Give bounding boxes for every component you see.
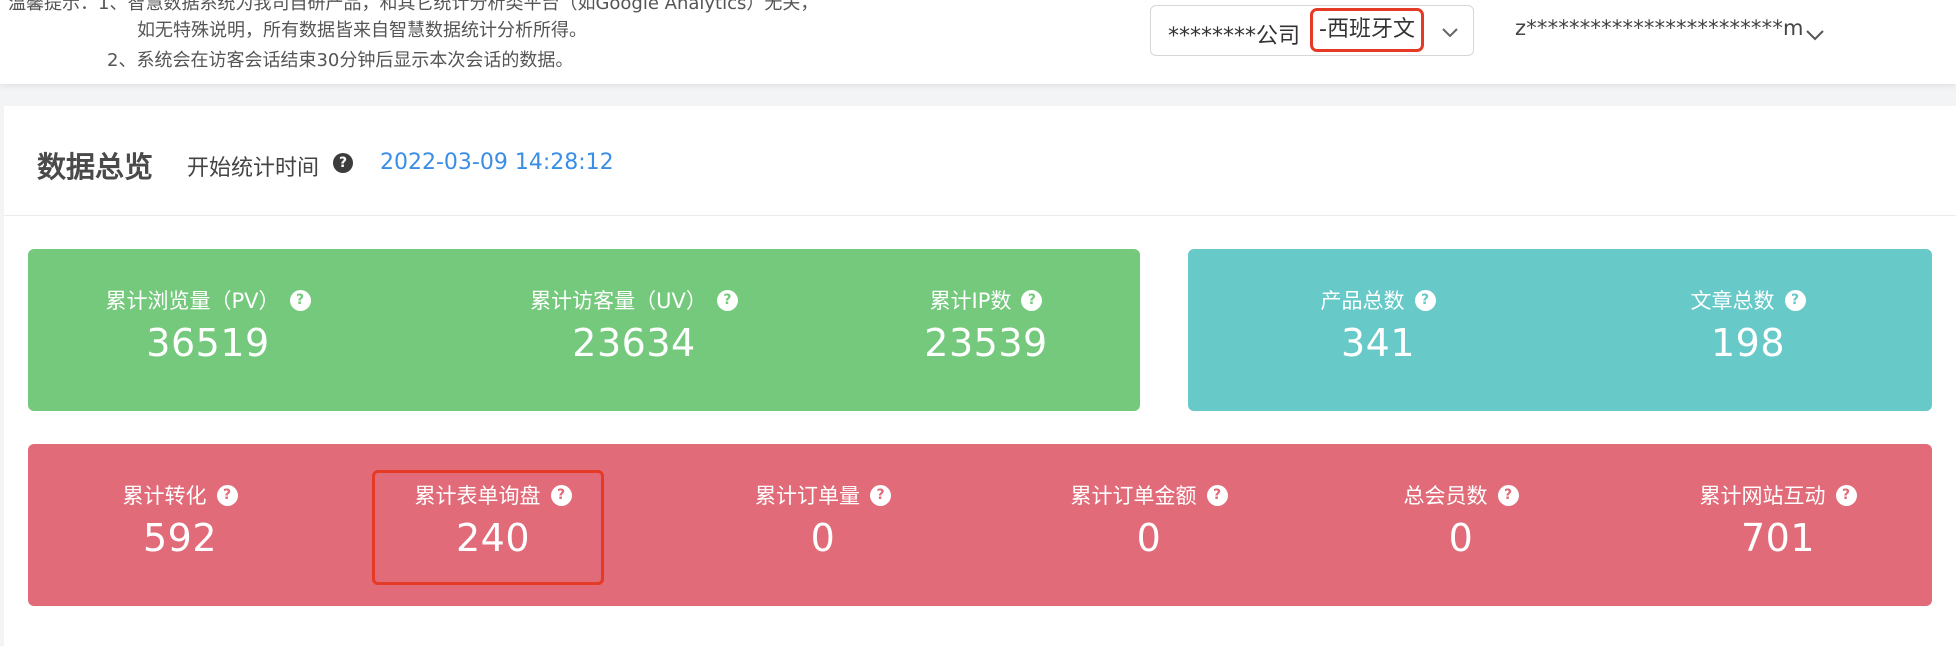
stat-label: 累计转化 bbox=[122, 484, 207, 508]
stat-inquiries: 累计表单询盘 ? 240 bbox=[398, 480, 588, 560]
stat-value: 592 bbox=[142, 516, 218, 560]
user-account-menu[interactable]: z************************m bbox=[1515, 16, 1824, 46]
overview-panel: 数据总览 开始统计时间 ? 2022-03-09 14:28:12 累计浏览量（… bbox=[4, 106, 1956, 646]
stat-label: 累计浏览量（PV） bbox=[105, 289, 280, 313]
stat-value: 341 bbox=[1340, 321, 1416, 365]
stat-ip: 累计IP数 ? 23539 bbox=[920, 285, 1052, 365]
stat-value: 0 bbox=[810, 516, 836, 560]
stat-members: 总会员数 ? 0 bbox=[1386, 480, 1536, 560]
page-title: 数据总览 bbox=[37, 150, 154, 184]
chevron-down-icon[interactable] bbox=[1441, 24, 1459, 43]
user-email: z************************m bbox=[1515, 16, 1804, 40]
stat-label: 文章总数 bbox=[1690, 289, 1775, 313]
help-icon[interactable]: ? bbox=[333, 153, 353, 173]
help-icon[interactable]: ? bbox=[1784, 289, 1806, 311]
stat-value: 198 bbox=[1710, 321, 1786, 365]
help-icon[interactable]: ? bbox=[870, 484, 891, 506]
company-name: ********公司 bbox=[1168, 24, 1301, 49]
content-card: 产品总数 ? 341 文章总数 ? 198 bbox=[1188, 249, 1932, 411]
stat-label: 累计访客量（UV） bbox=[530, 289, 707, 313]
stat-interactions: 累计网站互动 ? 701 bbox=[1680, 480, 1876, 560]
notice-line-3: 2、系统会在访客会话结束30分钟后显示本次会话的数据。 bbox=[107, 50, 574, 71]
stat-label: 产品总数 bbox=[1320, 289, 1405, 313]
start-time-label: 开始统计时间 bbox=[187, 156, 320, 181]
stat-value: 701 bbox=[1740, 516, 1816, 560]
overview-header: 数据总览 开始统计时间 ? 2022-03-09 14:28:12 bbox=[4, 106, 1956, 216]
start-time-value: 2022-03-09 14:28:12 bbox=[380, 150, 614, 175]
top-bar: 温馨提示：1、智慧数据系统为我司自研产品，和其它统计分析类平台（如Google … bbox=[0, 0, 1956, 84]
stat-label: 累计网站互动 bbox=[1699, 484, 1826, 508]
stat-label: 总会员数 bbox=[1403, 484, 1488, 508]
stat-pv: 累计浏览量（PV） ? 36519 bbox=[98, 285, 318, 365]
traffic-card: 累计浏览量（PV） ? 36519 累计访客量（UV） ? 23634 累计IP… bbox=[28, 249, 1140, 411]
help-icon[interactable]: ? bbox=[1206, 484, 1228, 506]
stat-value: 0 bbox=[1448, 516, 1474, 560]
site-language-select[interactable]: ********公司 -西班牙文 bbox=[1150, 5, 1474, 56]
selected-language: -西班牙文 bbox=[1310, 8, 1424, 52]
stat-value: 0 bbox=[1136, 516, 1162, 560]
stat-value: 36519 bbox=[146, 321, 270, 365]
stat-articles: 文章总数 ? 198 bbox=[1678, 285, 1818, 365]
help-icon[interactable]: ? bbox=[1835, 484, 1857, 506]
conversion-card: 累计转化 ? 592 累计表单询盘 ? 240 累计订单量 ? 0 累计订单金额… bbox=[28, 444, 1932, 606]
stat-label: 累计订单量 bbox=[755, 484, 860, 508]
stat-value: 240 bbox=[455, 516, 531, 560]
stat-conversions: 累计转化 ? 592 bbox=[105, 480, 255, 560]
help-icon[interactable]: ? bbox=[1021, 289, 1043, 311]
stat-value: 23539 bbox=[924, 321, 1048, 365]
help-icon[interactable]: ? bbox=[289, 289, 311, 311]
help-icon[interactable]: ? bbox=[1414, 289, 1436, 311]
help-icon[interactable]: ? bbox=[216, 484, 238, 506]
stat-label: 累计表单询盘 bbox=[414, 484, 541, 508]
stat-label: 累计IP数 bbox=[929, 289, 1012, 313]
notice-line-2: 如无特殊说明，所有数据皆来自智慧数据统计分析所得。 bbox=[137, 20, 587, 41]
help-icon[interactable]: ? bbox=[550, 484, 572, 506]
stat-value: 23634 bbox=[572, 321, 696, 365]
help-icon[interactable]: ? bbox=[716, 289, 738, 311]
help-icon[interactable]: ? bbox=[1497, 484, 1519, 506]
stat-orders: 累计订单量 ? 0 bbox=[738, 480, 908, 560]
stat-label: 累计订单金额 bbox=[1070, 484, 1197, 508]
stat-order-amount: 累计订单金额 ? 0 bbox=[1051, 480, 1247, 560]
chevron-down-icon[interactable] bbox=[1805, 27, 1825, 46]
stat-uv: 累计访客量（UV） ? 23634 bbox=[516, 285, 752, 365]
stat-products: 产品总数 ? 341 bbox=[1308, 285, 1448, 365]
